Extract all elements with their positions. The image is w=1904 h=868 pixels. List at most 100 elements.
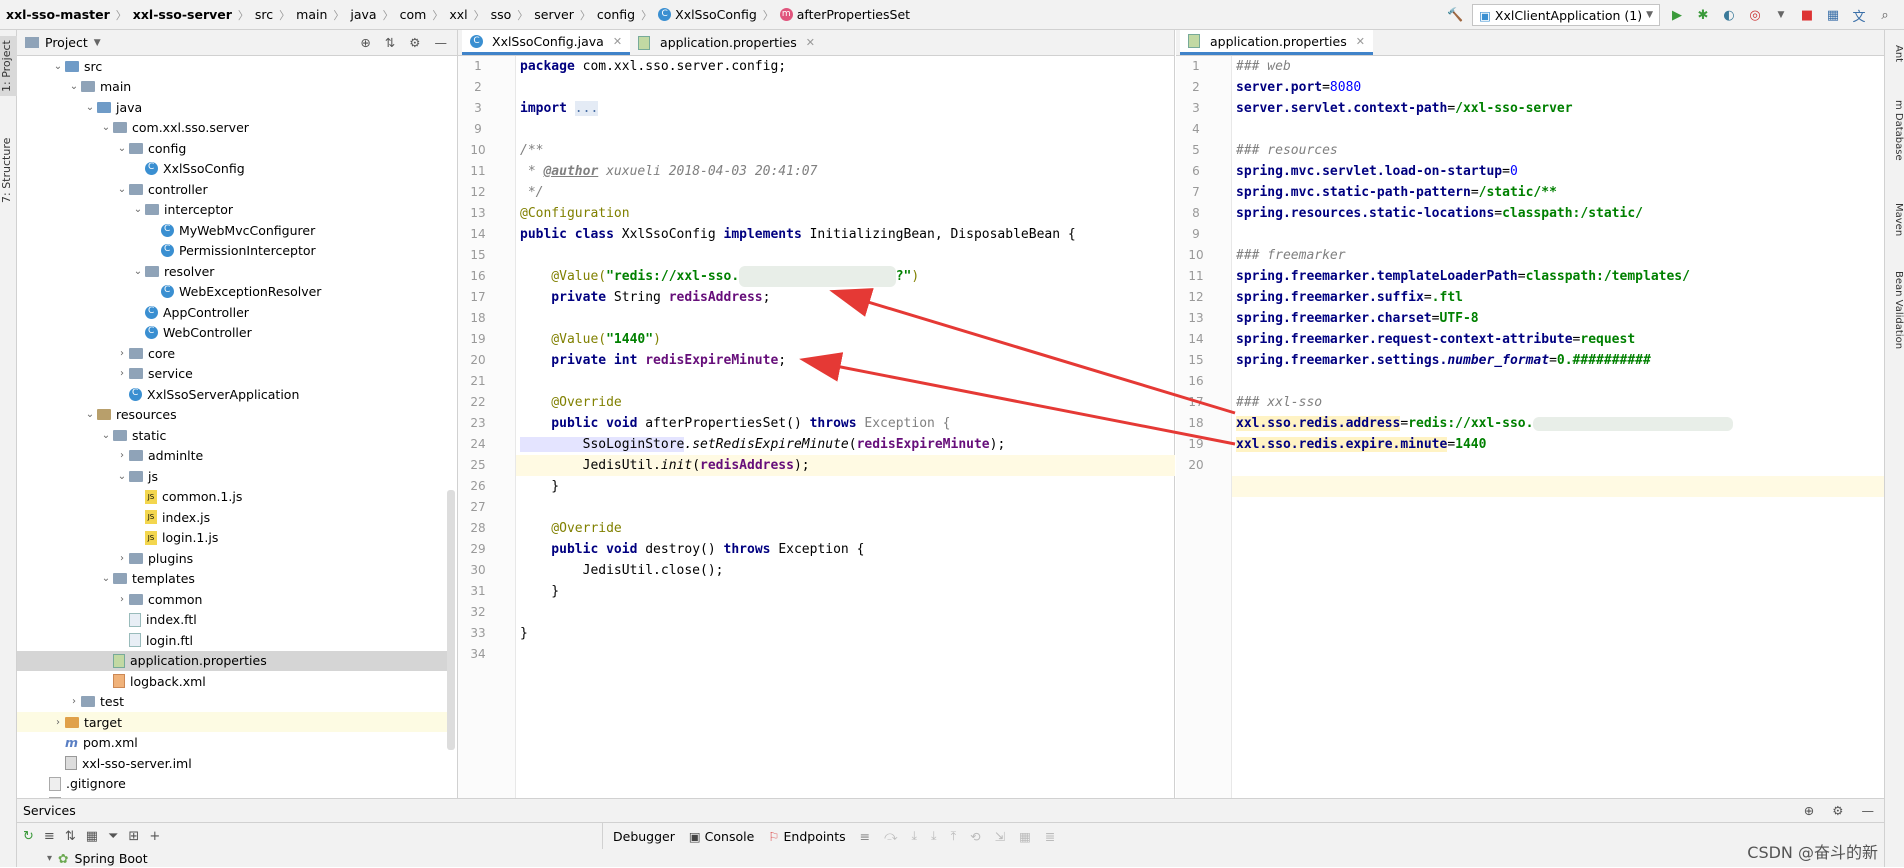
tree-node[interactable]: JS login.1.js [17, 528, 447, 548]
tree-node[interactable]: › adminlte [17, 446, 447, 466]
tree-node[interactable]: ⌄ resources [17, 405, 447, 425]
coverage-icon[interactable]: ◐ [1720, 6, 1738, 24]
breadcrumb-item[interactable]: XxlSsoConfig [675, 7, 757, 22]
chevron-right-icon[interactable]: › [115, 348, 129, 359]
tab-console[interactable]: ▣ Console [689, 829, 754, 844]
tree-node[interactable]: WebController [17, 323, 447, 343]
tree-node[interactable]: ⌄ src [17, 56, 447, 76]
hide-icon[interactable]: — [435, 35, 448, 50]
close-icon[interactable]: ✕ [1356, 35, 1365, 48]
gear-icon[interactable]: ⚙ [409, 35, 420, 50]
close-icon[interactable]: ✕ [613, 35, 622, 48]
tree-node[interactable]: › service [17, 364, 447, 384]
chevron-down-icon[interactable]: ⌄ [83, 409, 97, 420]
tool-tab-ant[interactable]: Ant [1884, 34, 1904, 74]
chevron-right-icon[interactable]: › [67, 696, 81, 707]
translate-icon[interactable]: 文 [1850, 6, 1868, 25]
new-tab-icon[interactable]: ⊞ [128, 829, 139, 844]
chevron-right-icon[interactable]: › [115, 368, 129, 379]
search-icon[interactable]: ⌕ [1876, 6, 1894, 24]
tree-node[interactable]: ⌄ static [17, 425, 447, 445]
locate-icon[interactable]: ⊕ [1804, 803, 1814, 818]
group-icon[interactable]: ▦ [86, 829, 98, 844]
tree-node[interactable]: ⌄ config [17, 138, 447, 158]
tree-node[interactable]: AppController [17, 302, 447, 322]
chevron-down-icon[interactable]: ⌄ [131, 266, 145, 277]
locate-icon[interactable]: ⊕ [360, 35, 370, 50]
chevron-down-icon[interactable]: ⌄ [99, 122, 113, 133]
tree-node[interactable]: JS index.js [17, 507, 447, 527]
chevron-down-icon[interactable]: ⌄ [83, 102, 97, 113]
tool-tab-project[interactable]: 1: Project [0, 36, 17, 96]
tree-node[interactable]: › target [17, 712, 447, 732]
tree-node[interactable]: › plugins [17, 548, 447, 568]
chevron-down-icon[interactable]: ⌄ [131, 204, 145, 215]
tree-node[interactable]: ⌄ main [17, 77, 447, 97]
tree-node[interactable]: login.ftl [17, 630, 447, 650]
chevron-right-icon[interactable]: › [115, 553, 129, 564]
tool-tab-maven[interactable]: Maven [1884, 190, 1904, 250]
tree-node[interactable]: XxlSsoConfig [17, 159, 447, 179]
stop-icon[interactable]: ■ [1798, 6, 1816, 24]
tree-node[interactable]: logback.xml [17, 671, 447, 691]
breadcrumb-item[interactable]: com [400, 7, 427, 22]
chevron-down-icon[interactable]: ⌄ [115, 143, 129, 154]
expand-all-icon[interactable]: ≡ [44, 829, 55, 844]
tree-node[interactable]: m pom.xml [17, 733, 447, 753]
tree-node[interactable]: JS common.1.js [17, 487, 447, 507]
chevron-down-icon[interactable]: ▼ [94, 38, 101, 48]
collapse-all-icon[interactable]: ⇅ [65, 829, 76, 844]
chevron-right-icon[interactable]: › [115, 450, 129, 461]
services-tree-item[interactable]: ▾ ✿ Spring Boot [47, 849, 148, 868]
tab-endpoints[interactable]: ⚐ Endpoints [768, 829, 845, 844]
tree-node[interactable]: › common [17, 589, 447, 609]
tab-application-properties[interactable]: application.properties ✕ [1180, 30, 1373, 55]
tool-tab-bean-validation[interactable]: Bean Validation [1884, 260, 1904, 360]
tree-node[interactable]: ⌄ js [17, 466, 447, 486]
chevron-right-icon[interactable]: › [51, 717, 65, 728]
tree-node[interactable]: ⌄ controller [17, 179, 447, 199]
run-config-select[interactable]: ▣ XxlClientApplication (1) ▼ [1472, 4, 1660, 26]
collapse-all-icon[interactable]: ⇅ [385, 35, 395, 50]
tree-node[interactable]: ⌄ interceptor [17, 200, 447, 220]
tree-node[interactable]: application.properties [17, 650, 447, 671]
chevron-down-icon[interactable]: ⌄ [67, 81, 81, 92]
tree-node[interactable]: .gitignore [17, 774, 447, 794]
breadcrumb-item[interactable]: afterPropertiesSet [797, 7, 910, 22]
tree-node[interactable]: MyWebMvcConfigurer [17, 220, 447, 240]
code-area[interactable]: ### web server.port=8080 server.servlet.… [1232, 56, 1884, 798]
debug-icon[interactable]: ✱ [1694, 6, 1712, 24]
tool-tab-database[interactable]: m Database [1884, 90, 1904, 170]
tree-node[interactable]: › core [17, 343, 447, 363]
tab-xxlssoconfig[interactable]: C XxlSsoConfig.java ✕ [462, 30, 631, 55]
add-icon[interactable]: + [149, 829, 160, 844]
chevron-down-icon[interactable]: ⌄ [99, 573, 113, 584]
project-panel-title[interactable]: Project [45, 35, 88, 50]
tree-node[interactable]: WebExceptionResolver [17, 282, 447, 302]
breadcrumb-item[interactable]: server [534, 7, 574, 22]
chevron-down-icon[interactable]: ⌄ [99, 430, 113, 441]
tool-tab-structure[interactable]: 7: Structure [0, 130, 17, 210]
breadcrumb-item[interactable]: xxl-sso-master [6, 7, 110, 22]
tab-debugger[interactable]: Debugger [613, 829, 675, 844]
tree-node[interactable]: PermissionInterceptor [17, 241, 447, 261]
project-structure-icon[interactable]: ▦ [1824, 6, 1842, 24]
tree-node[interactable]: index.ftl [17, 610, 447, 630]
close-icon[interactable]: ✕ [806, 36, 815, 49]
refresh-icon[interactable]: ↻ [23, 829, 34, 844]
profile-icon[interactable]: ◎ [1746, 6, 1764, 24]
breadcrumb-item[interactable]: xxl [449, 7, 467, 22]
tree-node[interactable]: ⌄ templates [17, 569, 447, 589]
breadcrumb-item[interactable]: xxl-sso-server [133, 7, 232, 22]
filter-icon[interactable]: ⏷ [108, 829, 118, 844]
chevron-down-icon[interactable]: ⌄ [115, 184, 129, 195]
chevron-down-icon[interactable]: ⌄ [51, 61, 65, 72]
breadcrumb-item[interactable]: config [597, 7, 635, 22]
breadcrumb-item[interactable]: java [350, 7, 376, 22]
tree-node[interactable]: › test [17, 692, 447, 712]
tree-node[interactable]: ⌄ java [17, 97, 447, 117]
tree-node[interactable]: XxlSsoServerApplication [17, 384, 447, 404]
folded-imports[interactable]: ... [574, 101, 599, 116]
gear-icon[interactable]: ⚙ [1832, 803, 1843, 818]
tree-node[interactable]: ⌄ com.xxl.sso.server [17, 118, 447, 138]
